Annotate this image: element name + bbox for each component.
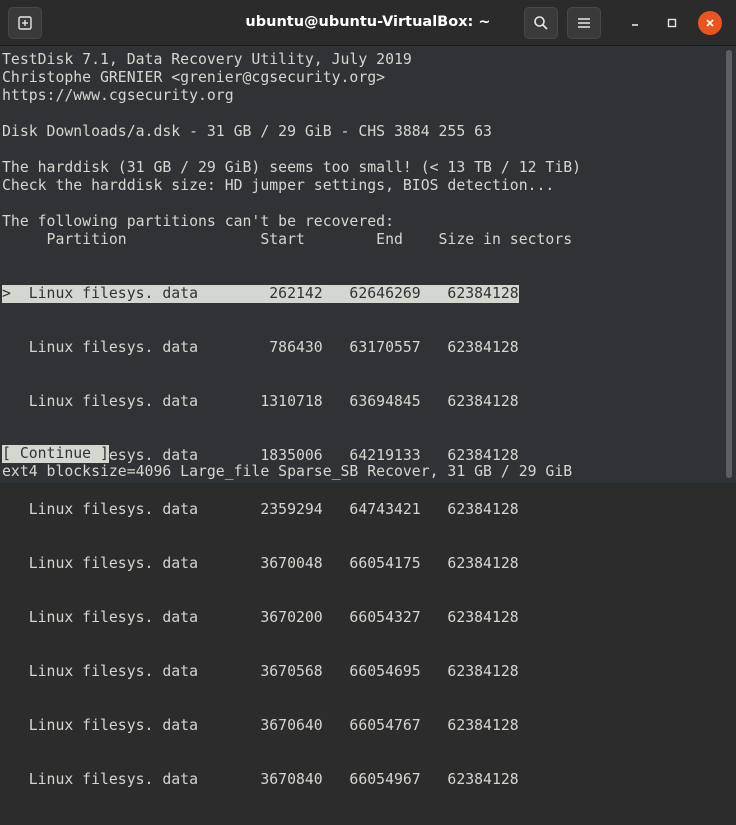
search-icon [534, 16, 548, 30]
terminal-window: ubuntu@ubuntu-VirtualBox: ~ TestDisk 7.1… [0, 0, 736, 788]
terminal-content[interactable]: TestDisk 7.1, Data Recovery Utility, Jul… [0, 46, 722, 788]
minimize-button[interactable] [623, 11, 647, 35]
partitions-heading: The following partitions can't be recove… [2, 213, 394, 230]
warning-line: The harddisk (31 GB / 29 GiB) seems too … [2, 159, 582, 176]
close-button[interactable] [698, 11, 722, 35]
partition-row[interactable]: Linux filesys. data 786430 63170557 6238… [2, 339, 519, 357]
minimize-icon [632, 24, 638, 26]
partition-table: > Linux filesys. data 262142 62646269 62… [2, 249, 519, 788]
close-icon [706, 19, 714, 27]
partition-row[interactable]: Linux filesys. data 3670048 66054175 623… [2, 555, 519, 573]
partition-row[interactable]: Linux filesys. data 3670568 66054695 623… [2, 663, 519, 681]
website-line: https://www.cgsecurity.org [2, 87, 234, 104]
title-bar: ubuntu@ubuntu-VirtualBox: ~ [0, 0, 736, 46]
continue-button[interactable]: [ Continue ] [2, 445, 109, 463]
hint-line: Check the harddisk size: HD jumper setti… [2, 177, 555, 194]
partition-row[interactable]: Linux filesys. data 1310718 63694845 623… [2, 393, 519, 411]
status-line: ext4 blocksize=4096 Large_file Sparse_SB… [2, 463, 573, 480]
maximize-icon [667, 18, 677, 28]
maximize-button[interactable] [660, 11, 684, 35]
partition-row-selected[interactable]: > Linux filesys. data 262142 62646269 62… [2, 285, 519, 303]
partition-row[interactable]: Linux filesys. data 2359294 64743421 623… [2, 501, 519, 519]
scrollbar[interactable] [722, 46, 736, 483]
author-line: Christophe GRENIER <grenier@cgsecurity.o… [2, 69, 386, 86]
search-button[interactable] [524, 7, 558, 39]
disk-info-line: Disk Downloads/a.dsk - 31 GB / 29 GiB - … [2, 123, 492, 140]
hamburger-menu-icon [578, 18, 590, 28]
scrollbar-thumb[interactable] [726, 50, 732, 478]
app-title-line: TestDisk 7.1, Data Recovery Utility, Jul… [2, 51, 412, 68]
partition-row[interactable]: Linux filesys. data 3670200 66054327 623… [2, 609, 519, 627]
menu-button[interactable] [567, 7, 601, 39]
partition-row[interactable]: Linux filesys. data 3670840 66054967 623… [2, 771, 519, 789]
table-header: Partition Start End Size in sectors [2, 231, 573, 248]
partition-row[interactable]: Linux filesys. data 3670640 66054767 623… [2, 717, 519, 735]
